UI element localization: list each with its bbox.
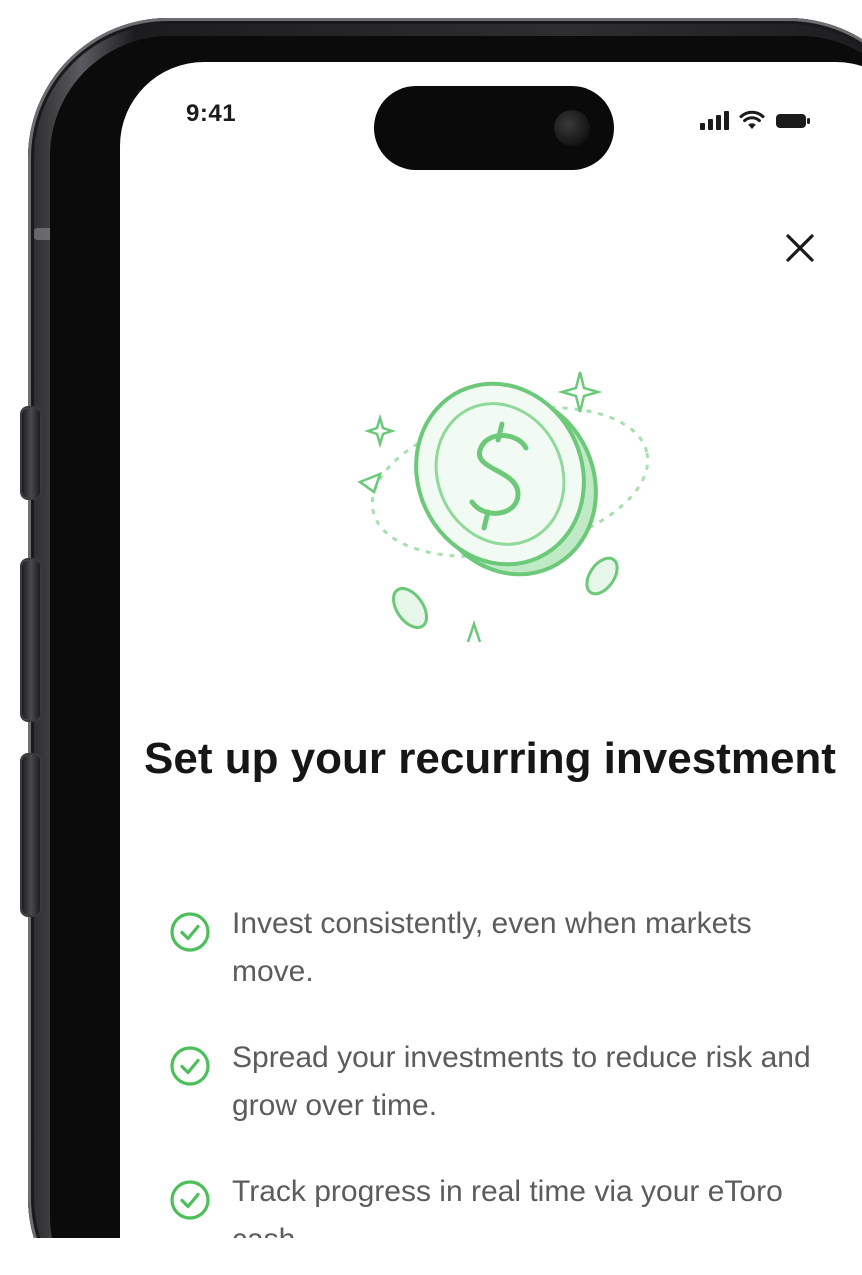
page-title: Set up your recurring investment [144,734,836,783]
dollar-coin-illustration [357,371,650,643]
dynamic-island [374,86,614,170]
action-button [22,408,40,498]
cellular-signal-icon [700,110,729,130]
status-icons [700,110,811,130]
check-circle-icon [170,1180,210,1220]
camera-icon [554,110,590,146]
check-circle-icon [170,1046,210,1086]
benefit-text: Invest consistently, even when markets m… [232,907,752,988]
volume-down-button [22,755,40,915]
wifi-icon [739,110,765,129]
close-icon[interactable] [780,228,820,268]
benefits-list: Invest consistently, even when markets m… [168,900,828,1275]
volume-up-button [22,560,40,720]
benefit-text: Spread your investments to reduce risk a… [232,1041,811,1122]
check-circle-icon [170,912,210,952]
list-item: Spread your investments to reduce risk a… [168,1034,828,1130]
status-time: 9:41 [186,100,237,127]
list-item: Invest consistently, even when markets m… [168,900,828,996]
device-mockup: 9:41 Set up your recurring investment In… [0,0,862,1275]
battery-icon [776,114,810,128]
bottom-crop [0,1238,862,1275]
